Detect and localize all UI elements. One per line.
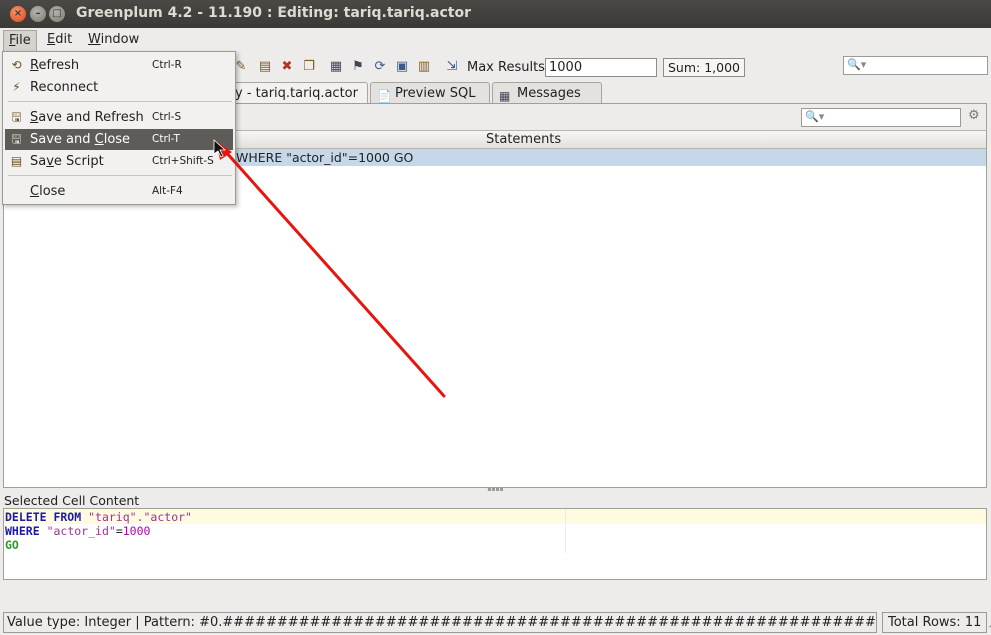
menu-item-save-script[interactable]: ▤ Save Script Ctrl+Shift-S [5, 151, 233, 172]
search-icon: 🔍▾ [847, 58, 867, 71]
refresh-icon: ⟲ [11, 58, 22, 72]
toolbar-refresh-icon[interactable]: ⟳ [372, 59, 388, 75]
reconnect-icon: ⚡ [12, 80, 21, 94]
toolbar-table-icon[interactable]: ▥ [416, 59, 432, 75]
menu-separator [8, 101, 232, 102]
selected-cell-content-label: Selected Cell Content [4, 493, 140, 508]
toolbar-grid-icon[interactable]: ▦ [328, 59, 344, 75]
menu-item-reconnect[interactable]: ⚡ Reconnect [5, 77, 233, 98]
menu-item-refresh[interactable]: ⟲ Refresh Ctrl-R [5, 55, 233, 76]
settings-gear-icon[interactable]: ⚙ [968, 108, 980, 123]
max-results-input[interactable]: 1000 [545, 58, 657, 77]
menu-bar: File Edit Window [0, 28, 991, 52]
pane-search-input[interactable]: 🔍▾ [801, 108, 961, 127]
window-minimize-button[interactable]: – [30, 6, 46, 22]
menu-item-save-and-close[interactable]: 🖫 Save and Close Ctrl-T [5, 129, 233, 150]
window-title: Greenplum 4.2 - 11.190 : Editing: tariq.… [76, 5, 471, 21]
toolbar-duplicate-icon[interactable]: ❐ [301, 59, 317, 75]
window-close-button[interactable]: × [10, 6, 26, 22]
tab-messages[interactable]: ▦ Messages [492, 82, 602, 103]
toolbar-export-icon[interactable]: ⇲ [444, 59, 460, 75]
pane-splitter[interactable]: ▪▪▪▪ [0, 487, 991, 494]
search-icon: 🔍▾ [805, 110, 825, 123]
menu-item-close[interactable]: Close Alt-F4 [5, 181, 233, 202]
menu-edit[interactable]: Edit [42, 30, 77, 50]
title-bar: × – □ Greenplum 4.2 - 11.190 : Editing: … [0, 0, 991, 28]
selected-cell-content[interactable]: DELETE FROM "tariq"."actor" WHERE "actor… [3, 508, 987, 580]
window-maximize-button[interactable]: □ [49, 6, 65, 22]
toolbar-insert-row-icon[interactable]: ▤ [257, 59, 273, 75]
tab-preview-sql[interactable]: 📄 Preview SQL [370, 82, 490, 103]
max-results-label: Max Results: [467, 60, 550, 75]
save-refresh-icon: 🖫 [11, 110, 22, 124]
menu-separator [8, 175, 232, 176]
menu-item-save-and-refresh[interactable]: 🖫 Save and Refresh Ctrl-S [5, 107, 233, 128]
toolbar-calendar-icon[interactable]: ▣ [394, 59, 410, 75]
sum-display: Sum: 1,000 [663, 58, 745, 77]
global-search-input[interactable]: 🔍▾ [843, 56, 988, 75]
toolbar-delete-row-icon[interactable]: ✖ [279, 59, 295, 75]
total-rows-status: Total Rows: 11 ◢ [882, 612, 991, 633]
menu-file[interactable]: File [3, 30, 37, 51]
toolbar-filter-icon[interactable]: ⚑ [350, 59, 366, 75]
status-bar: Value type: Integer | Pattern: #0.######… [0, 610, 991, 635]
save-close-icon: 🖫 [11, 132, 22, 146]
tab-editing[interactable]: y - tariq.tariq.actor [226, 82, 368, 103]
file-menu-dropdown: ⟲ Refresh Ctrl-R ⚡ Reconnect 🖫 Save and … [2, 51, 236, 205]
save-script-icon: ▤ [10, 154, 23, 168]
menu-window[interactable]: Window [83, 30, 144, 50]
value-type-status: Value type: Integer | Pattern: #0.######… [3, 612, 877, 633]
